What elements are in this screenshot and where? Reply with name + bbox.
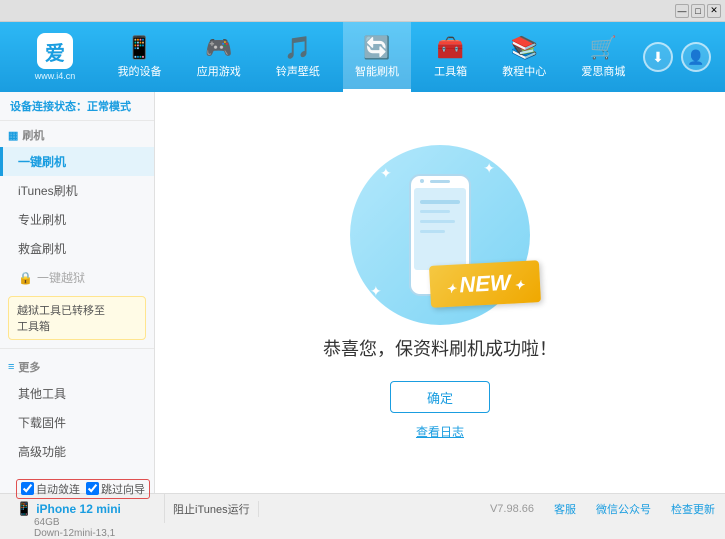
view-log-link[interactable]: 查看日志 [416, 423, 464, 440]
bottom-bar: 自动敛连 跳过向导 📱 iPhone 12 mini 64GB Down-12m… [0, 493, 725, 523]
close-button[interactable]: ✕ [707, 4, 721, 18]
success-illustration: ✦ ✦ ✦ [323, 145, 557, 440]
nav-tutorial-label: 教程中心 [502, 63, 546, 79]
device-detail: Down-12mini-13,1 [16, 528, 150, 539]
nav-wallpaper-label: 铃声壁纸 [276, 63, 320, 79]
more-section-icon: ≡ [8, 361, 14, 373]
nav-apps-games[interactable]: 🎮 应用游戏 [185, 22, 253, 92]
sidebar-item-advanced[interactable]: 高级功能 [0, 437, 154, 466]
content-area: ✦ ✦ ✦ [155, 92, 725, 493]
itunes-stop-area: 阻止iTunes运行 [165, 501, 259, 517]
logo: 爱 www.i4.cn [10, 33, 100, 81]
device-info: 📱 iPhone 12 mini 64GB Down-12mini-13,1 [16, 501, 150, 539]
device-storage: 64GB [16, 517, 150, 528]
sidebar-item-itunes-flash[interactable]: iTunes刷机 [0, 176, 154, 205]
section-flash: ▦ 刷机 [0, 121, 154, 147]
nav-bar: 📱 我的设备 🎮 应用游戏 🎵 铃声壁纸 🔄 智能刷机 🧰 工具箱 📚 教程中心… [100, 22, 643, 92]
sidebar-item-pro-flash[interactable]: 专业刷机 [0, 205, 154, 234]
auto-connect-checkbox[interactable]: 自动敛连 [21, 481, 80, 497]
nav-apps-games-label: 应用游戏 [197, 63, 241, 79]
smart-flash-icon: 🔄 [363, 35, 390, 61]
my-device-icon: 📱 [126, 35, 153, 61]
skip-wizard-checkbox[interactable]: 跳过向导 [86, 481, 145, 497]
sparkle-1: ✦ [380, 165, 392, 182]
connection-status: 设备连接状态：正常模式 [0, 92, 154, 121]
section-more: ≡ 更多 [0, 353, 154, 379]
confirm-button[interactable]: 确定 [390, 381, 490, 413]
main-layout: 设备连接状态：正常模式 ▦ 刷机 一键刷机 iTunes刷机 专业刷机 救盒刷机… [0, 92, 725, 493]
store-icon: 🛒 [590, 35, 617, 61]
itunes-stop-button[interactable]: 阻止iTunes运行 [173, 504, 250, 516]
nav-tutorial[interactable]: 📚 教程中心 [490, 22, 558, 92]
sparkle-2: ✦ [483, 160, 495, 177]
nav-wallpaper[interactable]: 🎵 铃声壁纸 [264, 22, 332, 92]
sidebar-item-one-click-flash[interactable]: 一键刷机 [0, 147, 154, 176]
apps-games-icon: 🎮 [205, 35, 232, 61]
sidebar: 设备连接状态：正常模式 ▦ 刷机 一键刷机 iTunes刷机 专业刷机 救盒刷机… [0, 92, 155, 493]
device-name: iPhone 12 mini [36, 502, 121, 516]
nav-smart-flash-label: 智能刷机 [355, 63, 399, 79]
user-button[interactable]: 👤 [681, 42, 711, 72]
sparkle-3: ✦ [370, 283, 382, 300]
logo-url: www.i4.cn [35, 71, 76, 81]
success-text: 恭喜您，保资料刷机成功啦！ [323, 335, 557, 361]
wallpaper-icon: 🎵 [284, 35, 311, 61]
maximize-button[interactable]: □ [691, 4, 705, 18]
header-right: ⬇ 👤 [643, 42, 715, 72]
status-value: 正常模式 [87, 101, 131, 113]
status-label: 设备连接状态： [10, 101, 87, 113]
phone-icon: 📱 [16, 501, 32, 517]
tooltip-text: 越狱工具已转移至工具箱 [17, 305, 105, 333]
sidebar-divider [0, 348, 154, 349]
flash-section-icon: ▦ [8, 129, 18, 142]
download-button[interactable]: ⬇ [643, 42, 673, 72]
customer-service-link[interactable]: 客服 [554, 501, 576, 517]
nav-store-label: 爱思商城 [581, 63, 625, 79]
phone-circle: ✦ ✦ ✦ [350, 145, 530, 325]
sidebar-item-download-firmware[interactable]: 下载固件 [0, 408, 154, 437]
nav-toolbox[interactable]: 🧰 工具箱 [422, 22, 479, 92]
nav-my-device[interactable]: 📱 我的设备 [106, 22, 174, 92]
check-update-link[interactable]: 检查更新 [671, 501, 715, 517]
lock-icon: 🔒 [18, 271, 33, 285]
nav-toolbox-label: 工具箱 [434, 63, 467, 79]
nav-smart-flash[interactable]: 🔄 智能刷机 [343, 22, 411, 92]
header: 爱 www.i4.cn 📱 我的设备 🎮 应用游戏 🎵 铃声壁纸 🔄 智能刷机 … [0, 22, 725, 92]
window-controls[interactable]: — □ ✕ [675, 4, 721, 18]
nav-store[interactable]: 🛒 爱思商城 [569, 22, 637, 92]
sidebar-item-jailbreak: 🔒 一键越狱 [0, 263, 154, 292]
version-label: V7.98.66 [490, 503, 534, 515]
bottom-right: V7.98.66 客服 微信公众号 检查更新 [259, 501, 715, 517]
sidebar-item-other-tools[interactable]: 其他工具 [0, 379, 154, 408]
tutorial-icon: 📚 [511, 35, 538, 61]
checkbox-group: 自动敛连 跳过向导 [16, 479, 150, 499]
flash-section-label: 刷机 [22, 127, 44, 143]
minimize-button[interactable]: — [675, 4, 689, 18]
more-section-label: 更多 [18, 359, 40, 375]
new-badge: NEW [429, 260, 541, 308]
logo-icon: 爱 [37, 33, 73, 69]
wechat-link[interactable]: 微信公众号 [596, 501, 651, 517]
title-bar: — □ ✕ [0, 0, 725, 22]
toolbox-icon: 🧰 [437, 35, 464, 61]
nav-my-device-label: 我的设备 [118, 63, 162, 79]
jailbreak-tooltip: 越狱工具已转移至工具箱 [8, 296, 146, 340]
sidebar-item-rescue-flash[interactable]: 救盒刷机 [0, 234, 154, 263]
